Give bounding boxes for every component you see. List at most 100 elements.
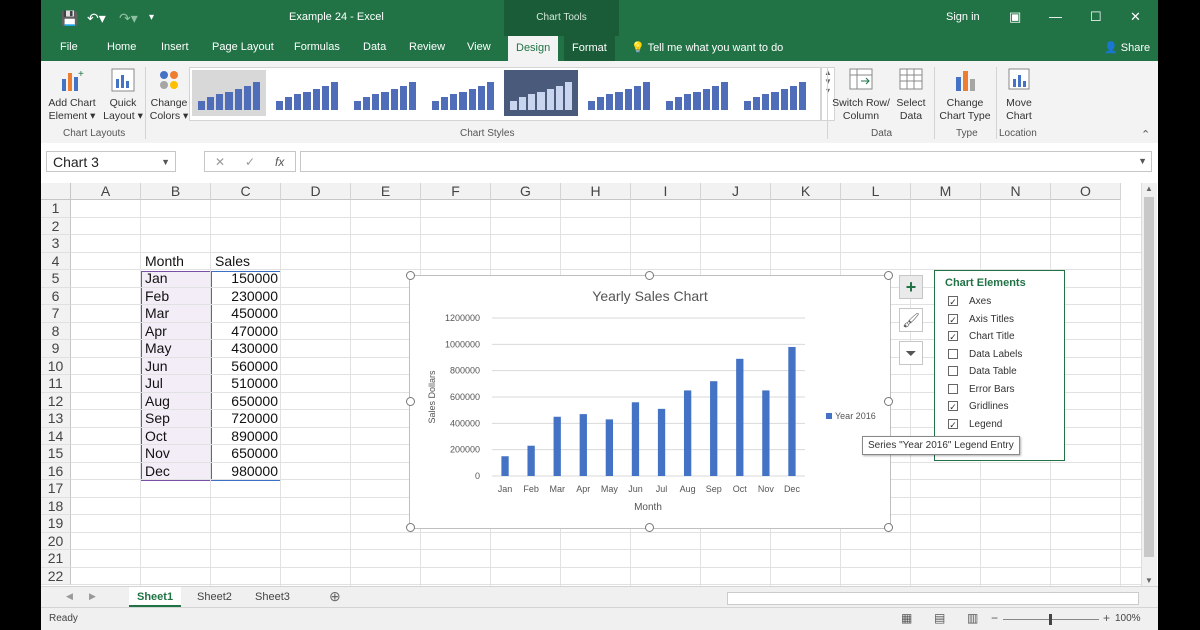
month-cell[interactable]: Jul (145, 375, 163, 393)
chart-filters-funnel-icon[interactable]: ⏷ (899, 341, 923, 365)
tab-data[interactable]: Data (363, 41, 386, 53)
chart-resize-handle[interactable] (884, 271, 893, 280)
column-header[interactable]: J (701, 183, 771, 200)
name-box-dropdown-icon[interactable]: ▼ (161, 152, 170, 173)
column-header[interactable]: I (631, 183, 701, 200)
row-header[interactable]: 14 (41, 427, 71, 445)
checkbox[interactable]: ✓ (948, 418, 958, 430)
chart-resize-handle[interactable] (406, 397, 415, 406)
undo-icon[interactable]: ↶▾ (87, 10, 106, 27)
collapse-ribbon-icon[interactable]: ⌃ (1141, 128, 1150, 141)
column-header[interactable]: N (981, 183, 1051, 200)
tab-home[interactable]: Home (107, 41, 136, 53)
tab-review[interactable]: Review (409, 41, 445, 53)
sales-cell[interactable]: 150000 (211, 270, 278, 288)
month-cell[interactable]: Apr (145, 323, 167, 341)
tab-file[interactable]: File (60, 41, 78, 53)
chart-resize-handle[interactable] (645, 271, 654, 280)
row-header[interactable]: 6 (41, 287, 71, 305)
row-header[interactable]: 9 (41, 340, 71, 358)
save-icon[interactable]: 💾 (61, 10, 78, 27)
chart-style-3[interactable] (348, 70, 422, 116)
normal-view-icon[interactable]: ▦ (901, 611, 912, 625)
sales-cell[interactable]: 650000 (211, 445, 278, 463)
tab-format[interactable]: Format (564, 36, 615, 61)
column-header[interactable]: L (841, 183, 911, 200)
select-all-corner[interactable] (41, 183, 71, 200)
checkbox[interactable]: ✓ (948, 313, 958, 325)
row-header[interactable]: 22 (41, 567, 71, 585)
month-cell[interactable]: May (145, 340, 171, 358)
column-header[interactable]: F (421, 183, 491, 200)
chart-style-5[interactable] (504, 70, 578, 116)
minimize-icon[interactable]: — (1049, 9, 1062, 24)
row-header[interactable]: 11 (41, 375, 71, 393)
chart-element-option[interactable]: Error Bars (948, 384, 1015, 395)
maximize-icon[interactable]: ☐ (1090, 9, 1102, 25)
checkbox[interactable] (948, 383, 958, 394)
row-header[interactable]: 20 (41, 532, 71, 550)
chart-element-option[interactable]: ✓ Chart Title (948, 331, 1015, 342)
name-box[interactable]: Chart 3 ▼ (46, 151, 176, 172)
scroll-down-icon[interactable]: ▼ (1145, 576, 1153, 585)
zoom-in-icon[interactable]: + (1103, 611, 1110, 625)
chart-element-option[interactable]: ✓ Axis Titles (948, 314, 1014, 325)
checkbox[interactable]: ✓ (948, 296, 958, 307)
cancel-icon[interactable]: ✕ (215, 155, 225, 169)
chart-resize-handle[interactable] (406, 523, 415, 532)
month-cell[interactable]: Jun (145, 358, 168, 376)
column-header[interactable]: C (211, 183, 281, 200)
month-cell[interactable]: Aug (145, 393, 170, 411)
row-header[interactable]: 19 (41, 515, 71, 533)
checkbox[interactable]: ✓ (948, 401, 958, 412)
chart-style-2[interactable] (270, 70, 344, 116)
customize-qat-icon[interactable]: ▾ (149, 12, 154, 23)
vertical-scrollbar[interactable]: ▲ ▼ (1141, 183, 1157, 586)
sheet-tab-sheet3[interactable]: Sheet3 (247, 587, 298, 607)
column-header[interactable]: B (141, 183, 211, 200)
month-cell[interactable]: Nov (145, 445, 170, 463)
row-header[interactable]: 7 (41, 305, 71, 323)
tab-view[interactable]: View (467, 41, 491, 53)
chart-style-1[interactable] (192, 70, 266, 116)
scroll-up-icon[interactable]: ▲ (1145, 184, 1153, 193)
sales-cell[interactable]: 720000 (211, 410, 278, 428)
redo-icon[interactable]: ↷▾ (119, 10, 138, 27)
sales-cell[interactable]: 650000 (211, 393, 278, 411)
move-chart-button[interactable]: Move Chart (999, 67, 1039, 123)
row-header[interactable]: 12 (41, 392, 71, 410)
header-sales-cell[interactable]: Sales (215, 253, 250, 271)
insert-function-icon[interactable]: fx (275, 155, 284, 169)
column-header[interactable]: M (911, 183, 981, 200)
row-header[interactable]: 10 (41, 357, 71, 375)
switch-row-column-button[interactable]: Switch Row/ Column (831, 67, 891, 123)
chart-resize-handle[interactable] (884, 523, 893, 532)
month-cell[interactable]: Dec (145, 463, 170, 481)
chart-resize-handle[interactable] (645, 523, 654, 532)
header-month-cell[interactable]: Month (145, 253, 184, 271)
row-header[interactable]: 21 (41, 550, 71, 568)
row-header[interactable]: 17 (41, 480, 71, 498)
tab-design[interactable]: Design (508, 36, 559, 61)
chart-element-option[interactable]: ✓ Axes (948, 296, 991, 307)
checkbox[interactable] (948, 366, 958, 377)
chart-styles-brush-icon[interactable]: 🖌 (899, 308, 923, 332)
chart-element-option[interactable]: ✓ Gridlines (948, 401, 1008, 412)
tab-page-layout[interactable]: Page Layout (212, 41, 274, 53)
column-header[interactable]: G (491, 183, 561, 200)
prev-sheet-icon[interactable]: ◀ (66, 591, 73, 602)
chart-element-option[interactable]: Data Labels (948, 349, 1022, 360)
tell-me-search[interactable]: 💡 Tell me what you want to do (631, 41, 783, 54)
row-header[interactable]: 15 (41, 445, 71, 463)
column-header[interactable]: E (351, 183, 421, 200)
row-header[interactable]: 4 (41, 252, 71, 270)
checkbox[interactable] (948, 348, 958, 359)
sign-in-link[interactable]: Sign in (946, 11, 980, 23)
chart-element-option[interactable]: Data Table (948, 366, 1017, 377)
zoom-slider-thumb[interactable] (1049, 614, 1052, 625)
tab-formulas[interactable]: Formulas (294, 41, 340, 53)
chart-resize-handle[interactable] (406, 271, 415, 280)
quick-layout-button[interactable]: Quick Layout ▾ (101, 67, 145, 123)
month-cell[interactable]: Feb (145, 288, 169, 306)
tab-insert[interactable]: Insert (161, 41, 189, 53)
